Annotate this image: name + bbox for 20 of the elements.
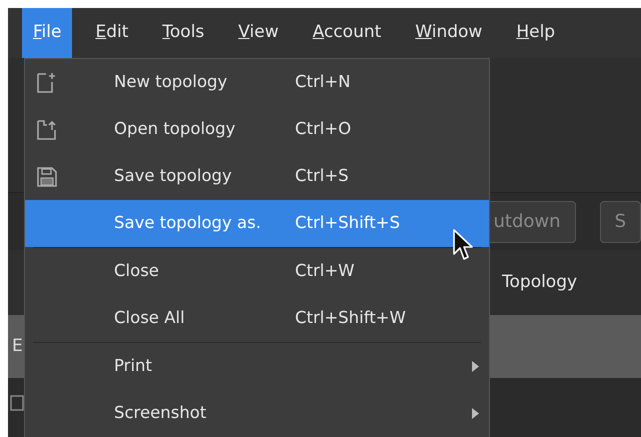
menu-item[interactable]: Save topology Ctrl+S [25, 153, 489, 200]
menu-title[interactable]: Help [505, 8, 566, 58]
menu-title[interactable]: View [227, 8, 290, 58]
menu-item[interactable]: Print [25, 343, 489, 390]
menu-item[interactable]: Save topology as. Ctrl+Shift+S [25, 200, 489, 247]
panel-label: E [12, 334, 23, 358]
menu-item[interactable]: New topology Ctrl+N [25, 59, 489, 106]
menu-title[interactable]: Edit [84, 8, 140, 58]
menu-title[interactable]: Tools [151, 8, 216, 58]
mouse-pointer-icon [452, 228, 474, 262]
menu-item[interactable]: Close All Ctrl+Shift+W [25, 295, 489, 342]
menu-title[interactable]: Window [404, 8, 494, 58]
window-icon [10, 394, 24, 411]
folder-upload-icon [35, 118, 59, 142]
menu-title[interactable]: File [22, 8, 72, 58]
tab-label[interactable]: Topology [502, 270, 578, 296]
menu-item[interactable]: Open topology Ctrl+O [25, 106, 489, 153]
menu-title[interactable]: Account [302, 8, 392, 58]
menu-item[interactable]: Screenshot [25, 390, 489, 437]
menu-item[interactable]: Close Ctrl+W [25, 248, 489, 295]
